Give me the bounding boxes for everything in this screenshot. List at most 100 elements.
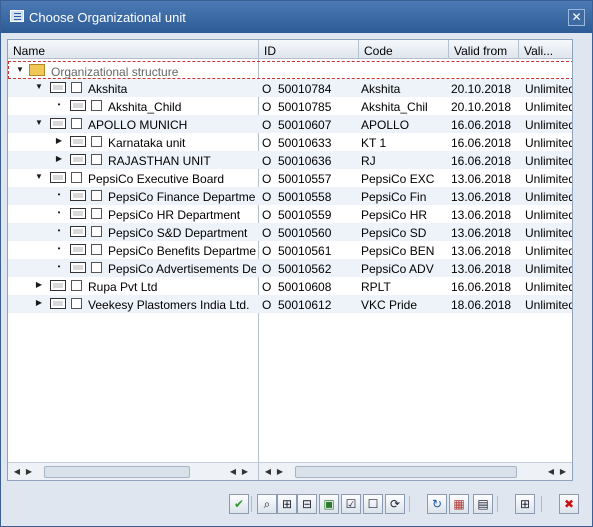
row-checkbox[interactable] bbox=[91, 190, 102, 201]
close-icon[interactable]: ✕ bbox=[568, 9, 585, 26]
scroll-right-icon[interactable]: ▶ bbox=[558, 466, 568, 477]
cancel-button[interactable]: ✖ bbox=[559, 494, 579, 514]
scroll-thumb[interactable] bbox=[44, 466, 190, 478]
org-unit-icon bbox=[70, 226, 86, 237]
object-type: O bbox=[262, 262, 272, 276]
object-type: O bbox=[262, 298, 272, 312]
row-checkbox[interactable] bbox=[91, 262, 102, 273]
column-header-valid-from[interactable]: Valid from bbox=[449, 40, 519, 59]
object-code: PepsiCo Fin bbox=[361, 190, 427, 204]
collapse-subtree-button[interactable]: ⊟ bbox=[297, 494, 317, 514]
row-checkbox[interactable] bbox=[91, 226, 102, 237]
org-unit-name[interactable]: PepsiCo S&D Department bbox=[108, 226, 256, 240]
list-button[interactable]: ▤ bbox=[473, 494, 493, 514]
row-checkbox[interactable] bbox=[91, 244, 102, 255]
collapse-icon[interactable]: ▼ bbox=[34, 172, 44, 182]
row-checkbox[interactable] bbox=[91, 100, 102, 111]
tree-row[interactable]: • Akshita_Child O 50010785 Akshita_Chil 20.10… bbox=[8, 97, 572, 115]
valid-from: 16.06.2018 bbox=[451, 154, 512, 168]
object-id: 50010608 bbox=[278, 280, 332, 294]
collapse-icon[interactable]: ▼ bbox=[34, 118, 44, 128]
folder-icon bbox=[29, 64, 45, 76]
row-checkbox[interactable] bbox=[71, 118, 82, 129]
row-checkbox[interactable] bbox=[71, 280, 82, 291]
toolbar-separator bbox=[541, 496, 542, 512]
tree-row[interactable]: • PepsiCo Advertisements De O 50010562 Pepsi… bbox=[8, 259, 572, 277]
scroll-thumb[interactable] bbox=[295, 466, 517, 478]
row-checkbox[interactable] bbox=[91, 136, 102, 147]
tree-row[interactable]: ▶ Karnataka unit O 50010633 KT 1 16.06.2018 Un… bbox=[8, 133, 572, 151]
scroll-left-icon[interactable]: ◀ bbox=[12, 466, 22, 477]
column-header-code[interactable]: Code bbox=[359, 40, 449, 59]
collapse-icon[interactable]: ▼ bbox=[34, 82, 44, 92]
scroll-right-icon[interactable]: ▶ bbox=[24, 466, 34, 477]
org-unit-name[interactable]: Rupa Pvt Ltd bbox=[88, 280, 256, 294]
org-unit-name[interactable]: PepsiCo Executive Board bbox=[88, 172, 256, 186]
valid-from: 18.06.2018 bbox=[451, 298, 512, 312]
leaf-bullet-icon: • bbox=[57, 226, 61, 235]
find-next-button[interactable]: ⟳ bbox=[385, 494, 405, 514]
tree-row[interactable]: • PepsiCo Finance Departmen O 50010558 Pepsi… bbox=[8, 187, 573, 205]
object-type: O bbox=[262, 136, 272, 150]
row-checkbox[interactable] bbox=[71, 172, 82, 183]
tree-row[interactable]: ▶ Veekesy Plastomers India Ltd. O 50010612 V… bbox=[8, 295, 572, 313]
tree-row[interactable]: ▼ APOLLO MUNICH O 50010607 APOLLO 16.06.2018 U… bbox=[8, 115, 572, 133]
org-unit-icon bbox=[50, 172, 66, 183]
org-unit-name[interactable]: APOLLO MUNICH bbox=[88, 118, 256, 132]
deselect-all-button[interactable]: ☐ bbox=[363, 494, 383, 514]
org-unit-name[interactable]: Akshita bbox=[88, 82, 256, 96]
find-button[interactable]: ⌕ bbox=[257, 494, 277, 514]
expand-icon[interactable]: ▶ bbox=[54, 154, 64, 164]
valid-from: 13.06.2018 bbox=[451, 244, 512, 258]
expand-icon[interactable]: ▶ bbox=[34, 280, 44, 290]
tree-row[interactable]: ▼ Akshita O 50010784 Akshita 20.10.2018 Unlimi… bbox=[8, 79, 572, 97]
valid-to: Unlimited bbox=[525, 190, 573, 204]
row-checkbox[interactable] bbox=[71, 298, 82, 309]
scroll-left-icon[interactable]: ◀ bbox=[263, 466, 273, 477]
columns-button[interactable]: ▦ bbox=[449, 494, 469, 514]
dialog-title: Choose Organizational unit bbox=[29, 10, 186, 25]
data-columns-hscrollbar[interactable]: ◀ ▶ ◀ ▶ bbox=[259, 462, 572, 480]
column-header-valid-to[interactable]: Vali... bbox=[519, 40, 572, 59]
org-unit-name[interactable]: RAJASTHAN UNIT bbox=[108, 154, 256, 168]
scroll-right-icon[interactable]: ▶ bbox=[275, 466, 285, 477]
name-column-hscrollbar[interactable]: ◀ ▶ ◀ ▶ bbox=[8, 462, 258, 480]
tree-row[interactable]: ▶ Rupa Pvt Ltd O 50010608 RPLT 16.06.2018 Unli… bbox=[8, 277, 572, 295]
tree-row[interactable]: ▼ PepsiCo Executive Board O 50010557 PepsiCo… bbox=[8, 169, 572, 187]
confirm-button[interactable]: ✔ bbox=[229, 494, 249, 514]
org-unit-name[interactable]: PepsiCo Advertisements De bbox=[108, 262, 256, 276]
row-checkbox[interactable] bbox=[91, 154, 102, 165]
scroll-right-icon[interactable]: ▶ bbox=[240, 466, 250, 477]
leaf-bullet-icon: • bbox=[57, 208, 61, 217]
object-id: 50010558 bbox=[278, 190, 332, 204]
org-unit-icon bbox=[50, 118, 66, 129]
column-header-id[interactable]: ID bbox=[259, 40, 359, 59]
scroll-left-icon[interactable]: ◀ bbox=[546, 466, 556, 477]
org-unit-name[interactable]: Akshita_Child bbox=[108, 100, 256, 114]
org-unit-name[interactable]: Veekesy Plastomers India Ltd. bbox=[88, 298, 256, 312]
org-unit-name[interactable]: PepsiCo HR Department bbox=[108, 208, 256, 222]
select-block-button[interactable]: ▣ bbox=[319, 494, 339, 514]
tree-row[interactable]: • PepsiCo HR Department O 50010559 PepsiCo H… bbox=[8, 205, 573, 223]
valid-from: 16.06.2018 bbox=[451, 280, 512, 294]
layout-button[interactable]: ⊞ bbox=[515, 494, 535, 514]
org-unit-name[interactable]: PepsiCo Benefits Departme bbox=[108, 244, 256, 258]
row-checkbox[interactable] bbox=[71, 82, 82, 93]
expand-subtree-button[interactable]: ⊞ bbox=[277, 494, 297, 514]
collapse-icon[interactable]: ▼ bbox=[15, 65, 25, 75]
expand-icon[interactable]: ▶ bbox=[54, 136, 64, 146]
refresh-button[interactable]: ↻ bbox=[427, 494, 447, 514]
scroll-left-icon[interactable]: ◀ bbox=[228, 466, 238, 477]
expand-icon[interactable]: ▶ bbox=[34, 298, 44, 308]
org-unit-name[interactable]: PepsiCo Finance Departmen bbox=[108, 190, 256, 204]
column-header-name[interactable]: Name bbox=[8, 40, 259, 59]
tree-row[interactable]: • PepsiCo S&D Department O 50010560 PepsiCo … bbox=[8, 223, 572, 241]
object-id: 50010562 bbox=[278, 262, 332, 276]
org-unit-name[interactable]: Karnataka unit bbox=[108, 136, 256, 150]
tree-row[interactable]: ▶ RAJASTHAN UNIT O 50010636 RJ 16.06.2018 Unli… bbox=[8, 151, 572, 169]
tree-row-root[interactable]: ▼ Organizational structure bbox=[8, 61, 572, 79]
row-checkbox[interactable] bbox=[91, 208, 102, 219]
tree-row[interactable]: • PepsiCo Benefits Departme O 50010561 Pepsi… bbox=[8, 241, 572, 259]
select-all-button[interactable]: ☑ bbox=[341, 494, 361, 514]
valid-to: Unlimited bbox=[525, 208, 573, 222]
